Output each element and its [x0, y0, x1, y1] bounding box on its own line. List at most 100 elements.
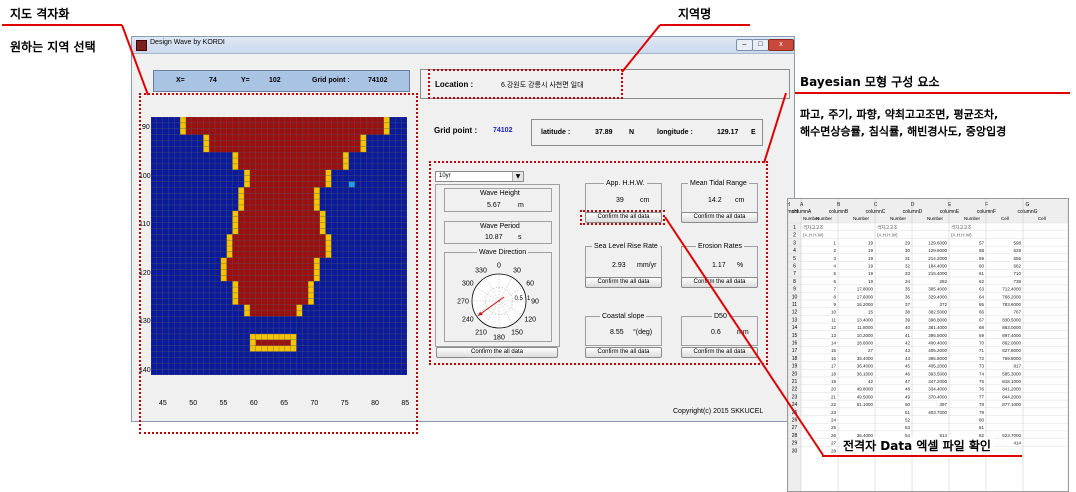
excel-cell: 24 — [831, 418, 837, 423]
excel-cell: 16.2000 — [857, 302, 874, 307]
excel-cell: 16 — [831, 356, 837, 361]
excel-cell: 767 — [1013, 310, 1021, 315]
close-button[interactable]: x — [768, 39, 794, 51]
excel-cell: 10 — [831, 310, 837, 315]
excel-cell: 20 — [831, 387, 837, 392]
excel-col-letter: G — [1026, 202, 1030, 208]
excel-cell: 398.8000 — [928, 317, 947, 322]
excel-cell: 51 — [905, 410, 911, 415]
excel-cell: 305.4000 — [928, 287, 947, 292]
excel-row-number: 16 — [792, 341, 798, 347]
excel-cell: 72 — [979, 356, 985, 361]
excel-row-number: 20 — [792, 371, 798, 377]
excel-cell: 39 — [905, 317, 911, 322]
excel-cell: 19 — [868, 248, 874, 253]
excel-cell: 68 — [979, 325, 985, 330]
excel-cell: 14 — [831, 341, 837, 346]
excel-row-number: 1 — [793, 225, 796, 231]
excel-cell: 862.0000 — [1002, 341, 1021, 346]
excel-cell: 370.4000 — [928, 394, 947, 399]
excel-cell: 347.2000 — [928, 379, 947, 384]
excel-row-number: 19 — [792, 364, 798, 370]
excel-col-letter: F — [985, 202, 988, 208]
excel-cell: 19 — [868, 240, 874, 245]
excel-cell: 36 — [905, 294, 911, 299]
excel-row-number: 29 — [792, 441, 798, 447]
excel-cell: 27 — [831, 441, 837, 446]
excel-row-number: 13 — [792, 317, 798, 323]
excel-cell: 49.8000 — [857, 387, 874, 392]
latlon-box: latitude : 37.89 N longitude : 129.17 E — [531, 119, 763, 146]
window-title: Design Wave by KORDI — [150, 39, 225, 46]
excel-cell: 66 — [979, 310, 985, 315]
excel-cell: 184.4000 — [928, 264, 947, 269]
excel-cell: 49.5000 — [857, 394, 874, 399]
coord-bar: X= 74 Y= 102 Grid point : 74102 — [153, 70, 410, 92]
excel-row-number: 17 — [792, 348, 798, 354]
latitude-unit: N — [629, 129, 635, 136]
annotation-grid-title: 지도 격자화 — [10, 7, 70, 21]
excel-col-name: columnE — [940, 209, 960, 215]
excel-col-type: Number — [853, 216, 870, 221]
excel-cell: 48 — [905, 387, 911, 392]
excel-cell: 395.5000 — [928, 333, 947, 338]
excel-header-cell: (A.H.H.W) — [877, 233, 898, 238]
excel-cell: 73 — [979, 364, 985, 369]
excel-row-number: 26 — [792, 418, 798, 424]
excel-cell: 712.4000 — [1002, 287, 1021, 292]
excel-cell: 656 — [1013, 256, 1021, 261]
excel-cell: 67 — [979, 317, 985, 322]
maximize-button[interactable]: □ — [752, 39, 769, 51]
excel-row-number: 30 — [792, 448, 798, 454]
excel-cell: 25 — [831, 425, 837, 430]
excel-cell: 32 — [905, 264, 911, 269]
excel-cell: 47 — [905, 379, 911, 384]
highlight-map-area — [139, 93, 418, 434]
excel-cell: 21 — [831, 394, 837, 399]
annotation-grid-desc: 원하는 지역 선택 — [10, 40, 96, 54]
highlight-confirm-button — [580, 210, 665, 225]
excel-cell: 400.4000 — [928, 341, 947, 346]
excel-cell: 11.8000 — [857, 325, 873, 330]
excel-header-cell: 격자고고조 — [803, 224, 824, 231]
excel-cell: 42 — [905, 341, 911, 346]
y-label: Y= — [241, 77, 250, 84]
grid-point-label: Grid point : — [312, 77, 350, 84]
minimize-button[interactable]: – — [736, 39, 753, 51]
excel-cell: 214.2000 — [928, 256, 947, 261]
excel-cell: 75 — [979, 379, 985, 384]
excel-cell: 29 — [905, 240, 911, 245]
longitude-value: 129.17 — [717, 129, 739, 136]
excel-cell: 28 — [831, 448, 837, 453]
excel-cell: 381.4000 — [928, 325, 947, 330]
grid-info-label: Grid point : — [434, 126, 478, 135]
excel-row-number: 12 — [792, 310, 798, 316]
excel-cell: 41 — [905, 333, 911, 338]
excel-row-number: 10 — [792, 294, 798, 300]
excel-cell: 30 — [905, 248, 911, 253]
excel-cell: 50 — [905, 402, 911, 407]
excel-cell: 12 — [831, 325, 837, 330]
annotation-bayesian-desc-1: 파고, 주기, 파향, 약최고고조면, 평균조차, — [800, 108, 999, 121]
excel-cell: 59 — [979, 256, 985, 261]
excel-row-number: 14 — [792, 325, 798, 331]
excel-cell: 23 — [831, 410, 837, 415]
x-value: 74 — [209, 77, 217, 84]
excel-row-number: 28 — [792, 433, 798, 439]
title-bar[interactable]: Design Wave by KORDI – □ x — [132, 37, 794, 54]
excel-cell: 395.8000 — [928, 356, 947, 361]
excel-row-number: 27 — [792, 425, 798, 431]
excel-cell: 585.3000 — [1002, 371, 1021, 376]
excel-cell: 36.4000 — [857, 364, 874, 369]
excel-col-name: columnH — [788, 209, 798, 215]
excel-cell: 36.1000 — [857, 371, 874, 376]
excel-cell: 783.6000 — [1002, 302, 1021, 307]
excel-cell: 682 — [1013, 264, 1021, 269]
excel-cell: 40 — [905, 325, 911, 330]
excel-col-type: Cell — [1038, 216, 1046, 221]
excel-cell: 38 — [905, 310, 911, 315]
excel-cell: 129.6000 — [928, 248, 947, 253]
excel-cell: 523.7000 — [1002, 433, 1021, 438]
excel-col-name: columnC — [866, 209, 886, 215]
excel-col-name: columnD — [903, 209, 923, 215]
